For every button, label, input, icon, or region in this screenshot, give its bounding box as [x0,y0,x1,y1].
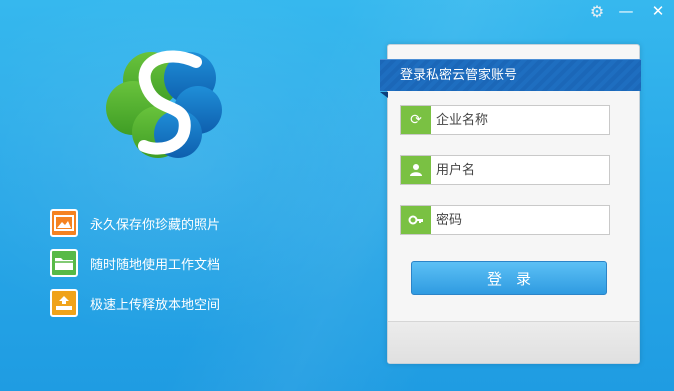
upload-icon [50,289,78,317]
enterprise-input[interactable] [436,107,606,133]
feature-documents: 随时随地使用工作文档 [50,248,220,278]
password-field[interactable] [400,205,610,235]
login-title: 登录私密云管家账号 [380,59,641,98]
close-button[interactable]: ✕ [642,0,674,22]
username-field[interactable] [400,155,610,185]
key-icon [401,206,431,234]
folder-icon [50,249,78,277]
app-logo [104,48,224,160]
photo-icon [50,209,78,237]
panel-footer [388,321,639,363]
login-panel: 登录私密云管家账号 ⟳ 登录 [380,44,641,364]
password-input[interactable] [436,207,606,233]
window-controls: ⚙ — ✕ [584,0,674,22]
feature-photos: 永久保存你珍藏的照片 [50,208,220,238]
feature-label: 随时随地使用工作文档 [90,257,221,273]
minimize-button[interactable]: — [610,0,642,22]
feature-list: 永久保存你珍藏的照片 随时随地使用工作文档 极速上传释放本地空间 [50,208,220,328]
feature-upload: 极速上传释放本地空间 [50,288,220,318]
user-icon [401,156,431,184]
feature-label: 极速上传释放本地空间 [90,297,221,313]
enterprise-field[interactable]: ⟳ [400,105,610,135]
cloud-logo-icon [106,50,222,158]
feature-label: 永久保存你珍藏的照片 [90,217,221,233]
login-button[interactable]: 登录 [411,261,607,295]
settings-gear-icon[interactable]: ⚙ [584,0,610,22]
refresh-icon: ⟳ [401,106,431,134]
username-input[interactable] [436,157,606,183]
